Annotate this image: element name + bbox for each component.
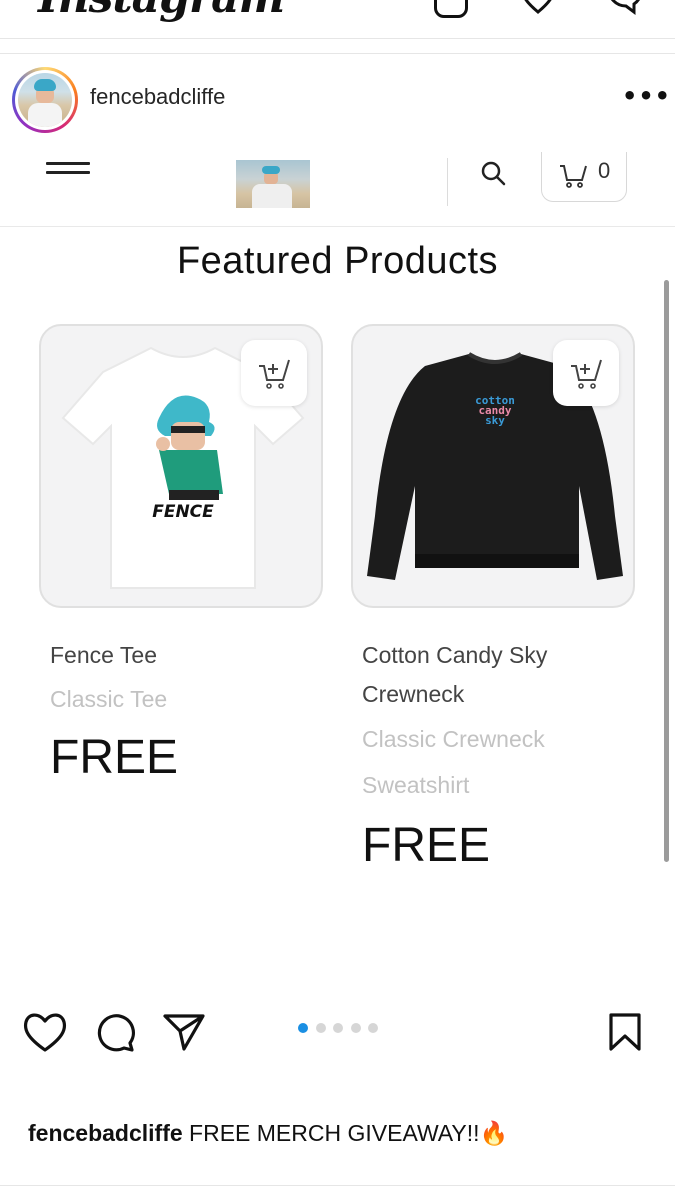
- divider: [0, 1185, 675, 1186]
- scrollbar[interactable]: [664, 280, 669, 862]
- carousel-dot: [368, 1023, 378, 1033]
- carousel-dot: [350, 1023, 361, 1033]
- product-card-cotton-candy-sky[interactable]: cotton candy sky: [351, 324, 635, 608]
- post-username[interactable]: fencebadcliffe: [90, 84, 225, 110]
- shop-header: 0: [0, 146, 675, 227]
- caption-username[interactable]: fencebadcliffe: [28, 1120, 183, 1146]
- bookmark-icon[interactable]: [607, 1012, 643, 1052]
- tee-print-text: FENCE: [152, 502, 214, 522]
- product-name[interactable]: Fence Tee: [50, 635, 157, 675]
- instagram-top-bar: Instagram: [0, 0, 675, 39]
- featured-products-title: Featured Products: [176, 240, 499, 282]
- product-card-fence-tee[interactable]: FENCE: [39, 324, 323, 608]
- product-price: FREE: [362, 819, 491, 872]
- carousel-dot: [298, 1023, 308, 1033]
- product-name-line-1[interactable]: Cotton Candy Sky: [362, 635, 547, 675]
- product-name-line-2[interactable]: Crewneck: [362, 674, 464, 714]
- shop-logo[interactable]: [236, 160, 310, 208]
- add-to-cart-button[interactable]: [553, 340, 619, 406]
- add-to-cart-button[interactable]: [241, 340, 307, 406]
- product-type-line-1: Classic Crewneck: [362, 726, 545, 752]
- search-icon[interactable]: [480, 160, 506, 186]
- carousel-dot: [333, 1023, 343, 1033]
- cart-count: 0: [598, 158, 611, 183]
- post-header: fencebadcliffe •••: [0, 53, 675, 147]
- hamburger-icon[interactable]: [46, 162, 90, 180]
- product-type: Classic Tee: [50, 686, 168, 712]
- caption-text: FREE MERCH GIVEAWAY!!🔥: [189, 1120, 509, 1146]
- product-price: FREE: [50, 731, 179, 784]
- share-icon[interactable]: [162, 1012, 206, 1052]
- add-to-cart-icon: [571, 359, 602, 389]
- cart-icon: [560, 165, 587, 188]
- new-post-icon[interactable]: [434, 0, 468, 18]
- avatar[interactable]: [12, 67, 78, 133]
- more-icon[interactable]: •••: [622, 82, 671, 110]
- add-to-cart-icon: [259, 359, 290, 389]
- comment-icon[interactable]: [94, 1011, 138, 1053]
- header-divider: [447, 158, 448, 206]
- instagram-logo[interactable]: Instagram: [38, 0, 285, 23]
- heart-icon[interactable]: [22, 1010, 68, 1054]
- heart-icon[interactable]: [518, 0, 558, 16]
- product-type-line-2: Sweatshirt: [362, 772, 470, 798]
- carousel-dot: [315, 1023, 326, 1033]
- cart-button[interactable]: [541, 152, 627, 202]
- avatar-image: [18, 73, 72, 127]
- messenger-icon[interactable]: [604, 0, 644, 16]
- post-caption: fencebadcliffe FREE MERCH GIVEAWAY!!🔥: [28, 1120, 508, 1147]
